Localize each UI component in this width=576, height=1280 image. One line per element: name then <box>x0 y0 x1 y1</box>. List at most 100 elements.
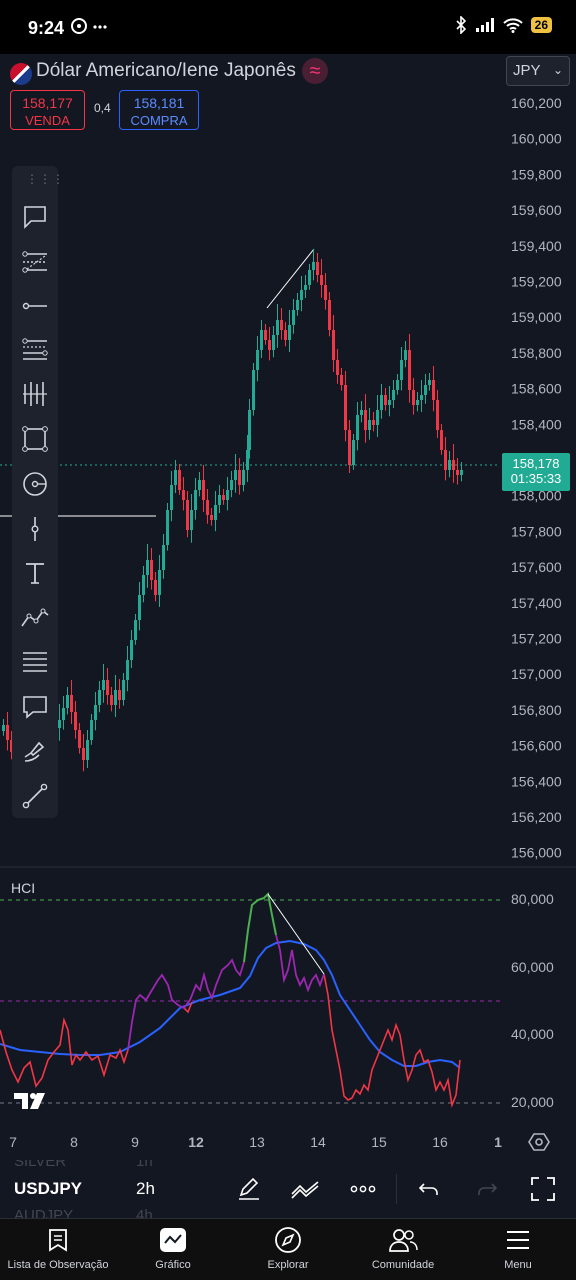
fib-channel-tool-icon[interactable] <box>17 332 53 368</box>
candle-body <box>296 300 299 310</box>
candle-body <box>336 360 339 375</box>
price-tick-label: 160,000 <box>511 131 562 147</box>
candle-body <box>238 470 241 485</box>
hci-axis: 80,000 60,000 40,000 20,000 <box>511 891 554 1110</box>
candle-body <box>364 410 367 430</box>
reset-range-icon[interactable] <box>528 1131 550 1153</box>
more-icon[interactable] <box>348 1174 378 1204</box>
rectangle-tool-icon[interactable] <box>17 421 53 457</box>
price-tick-label: 159,000 <box>511 309 562 325</box>
candle-body <box>280 320 283 330</box>
lines-tool-icon[interactable] <box>17 644 53 680</box>
horizontal-ray-tool-icon[interactable] <box>17 288 53 324</box>
indicators-icon[interactable] <box>290 1174 320 1204</box>
comment-tool-icon[interactable] <box>17 689 53 725</box>
candle-body <box>102 680 105 690</box>
trend-line-drawing[interactable] <box>266 248 315 309</box>
candle-body <box>292 310 295 325</box>
nav-explore[interactable]: Explorar <box>230 1225 346 1271</box>
candle-body <box>106 680 109 695</box>
candle-body <box>408 350 411 390</box>
candle-body <box>234 470 237 480</box>
price-tick-label: 158,400 <box>511 416 562 432</box>
bluetooth-icon <box>456 16 466 34</box>
prev-timeframe[interactable]: 1h <box>136 1160 153 1170</box>
candle-body <box>332 330 335 360</box>
pattern-tool-icon[interactable] <box>17 600 53 636</box>
nav-chart[interactable]: Gráfico <box>115 1225 231 1271</box>
fullscreen-icon[interactable] <box>528 1174 558 1204</box>
candle-body <box>316 262 319 275</box>
candle-body <box>456 470 459 475</box>
candle-body <box>122 680 125 700</box>
symbol-flag-icon <box>10 63 32 85</box>
time-tick-label: 7 <box>9 1134 17 1150</box>
next-symbol[interactable]: AUDJPY <box>14 1207 73 1218</box>
nav-community[interactable]: Comunidade <box>345 1225 461 1271</box>
time-tick-label: 8 <box>70 1134 78 1150</box>
price-tick-label: 156,800 <box>511 702 562 718</box>
vertical-line-tool-icon[interactable] <box>17 511 53 547</box>
draw-pencil-icon[interactable] <box>234 1174 264 1204</box>
candle-body <box>444 450 447 470</box>
current-symbol[interactable]: USDJPY <box>14 1179 82 1199</box>
candle-body <box>360 410 363 415</box>
callout-tool-icon[interactable] <box>17 199 53 235</box>
candle-body <box>412 390 415 405</box>
watchlist-strip: SILVER 1h USDJPY 2h AUDJPY 4h <box>0 1160 576 1218</box>
grip-icon[interactable]: ⋮⋮⋮ <box>26 172 65 186</box>
nav-watchlist[interactable]: Lista de Observação <box>0 1225 116 1271</box>
text-tool-icon[interactable] <box>17 555 53 591</box>
candle-body <box>138 595 141 620</box>
price-tick-label: 157,600 <box>511 559 562 575</box>
undo-icon[interactable] <box>414 1174 444 1204</box>
circle-tool-icon[interactable] <box>17 466 53 502</box>
candle-body <box>170 485 173 510</box>
candle-body <box>58 720 61 728</box>
currency-value: JPY <box>513 62 541 79</box>
hamburger-icon <box>460 1225 576 1255</box>
fib-tool-icon[interactable] <box>17 244 53 280</box>
candle-body <box>396 380 399 390</box>
candle-body <box>436 400 439 430</box>
trend-line-tool-icon[interactable] <box>17 778 53 814</box>
nav-menu[interactable]: Menu <box>460 1225 576 1271</box>
signal-icon <box>475 18 494 32</box>
drawing-toolbar: ⋮⋮⋮ <box>12 166 64 818</box>
time-tick-label: 9 <box>131 1134 139 1150</box>
prev-symbol[interactable]: SILVER <box>14 1160 66 1170</box>
candle-body <box>300 290 303 300</box>
candle-body <box>230 480 233 490</box>
pitchfork-tool-icon[interactable] <box>17 376 53 412</box>
candle-body <box>256 350 259 370</box>
tradingview-logo <box>14 1093 45 1109</box>
brush-tool-icon[interactable] <box>17 733 53 769</box>
candle-body <box>162 545 165 570</box>
symbol-title[interactable]: Dólar Americano/Iene Japonês <box>36 60 296 82</box>
candle-body <box>416 400 419 405</box>
candle-body <box>86 740 89 760</box>
price-tick-label: 159,400 <box>511 238 562 254</box>
candle-body <box>388 400 391 405</box>
candle-body <box>150 560 153 580</box>
candle-body <box>158 570 161 595</box>
price-tick-label: 159,200 <box>511 274 562 290</box>
candle-body <box>448 460 451 470</box>
candle-body <box>392 390 395 400</box>
candle-body <box>218 495 221 505</box>
approx-data-icon[interactable]: ≈ <box>302 58 328 84</box>
candle-body <box>206 500 209 515</box>
status-bar: 9:24 26 <box>0 0 576 54</box>
price-chart[interactable]: 160,200160,000159,800159,600159,400159,2… <box>0 90 576 1160</box>
candle-body <box>248 410 251 450</box>
candle-body <box>380 395 383 410</box>
indicator-label[interactable]: HCI <box>11 880 35 896</box>
time-tick-label: 16 <box>432 1134 448 1150</box>
next-timeframe[interactable]: 4h <box>136 1207 153 1218</box>
currency-select[interactable]: JPY ⌄ <box>506 56 570 86</box>
current-timeframe[interactable]: 2h <box>136 1179 155 1199</box>
candle-body <box>62 708 65 720</box>
candle-body <box>194 490 197 510</box>
candle-body <box>420 395 423 400</box>
redo-icon[interactable] <box>472 1174 502 1204</box>
